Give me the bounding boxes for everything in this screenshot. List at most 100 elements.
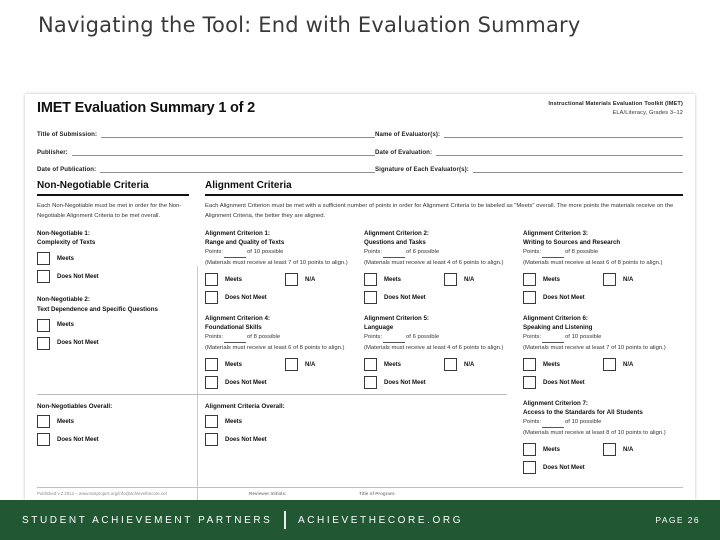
field-rule[interactable] [444,130,683,138]
checkbox-meets[interactable] [205,415,218,428]
checkbox-group-na[interactable]: N/A [603,273,633,287]
criterion-name: Questions and Tasks [364,239,426,247]
checkbox-meets[interactable] [205,358,218,372]
field-date-of-evaluation[interactable]: Date of Evaluation: [375,148,683,156]
points-blank[interactable] [224,252,247,258]
field-date-of-publication[interactable]: Date of Publication: [37,165,375,173]
checkbox-group-na[interactable]: N/A [285,358,315,372]
field-rule[interactable] [71,148,375,156]
checkbox-row-does-not-meet[interactable]: Does Not Meet [37,270,189,284]
checkbox-does-not-meet[interactable] [523,461,536,475]
checkbox-label: N/A [464,361,475,368]
checkbox-label: Meets [225,276,243,283]
checkbox-row-does-not-meet[interactable]: Does Not Meet [523,291,682,305]
checkbox-row-does-not-meet[interactable]: Does Not Meet [205,376,364,390]
checkbox-does-not-meet[interactable] [523,291,536,305]
checkbox-does-not-meet[interactable] [205,433,218,446]
checkbox-na[interactable] [285,358,298,372]
checkbox-does-not-meet[interactable] [364,291,377,305]
checkbox-row-does-not-meet[interactable]: Does Not Meet [523,461,682,475]
checkbox-does-not-meet[interactable] [37,336,50,350]
criterion-points[interactable]: Points: of 8 possible [205,333,364,343]
checkbox-does-not-meet[interactable] [364,376,377,390]
checkbox-group-na[interactable]: N/A [285,273,315,287]
criterion-points[interactable]: Points: of 6 possible [364,248,523,258]
checkbox-label: Meets [543,446,561,453]
checkbox-row-does-not-meet[interactable]: Does Not Meet [205,433,405,446]
overall-title: Alignment Criteria Overall: [205,403,285,410]
column-divider [197,266,198,500]
checkbox-row-does-not-meet[interactable]: Does Not Meet [205,291,364,305]
checkbox-group-na[interactable]: N/A [444,358,475,372]
checkbox-does-not-meet[interactable] [37,433,50,446]
points-prefix: Points: [523,249,542,256]
criterion-requirement: (Materials must receive at least 4 of 6 … [364,344,504,351]
checkbox-meets[interactable] [364,273,377,287]
points-blank[interactable] [383,252,406,258]
checkbox-na[interactable] [444,358,457,372]
checkbox-row-does-not-meet[interactable]: Does Not Meet [37,433,205,446]
points-blank[interactable] [542,337,565,343]
criterion-points[interactable]: Points: of 10 possible [205,248,364,258]
points-suffix: of 6 possible [406,334,440,341]
points-blank[interactable] [224,337,247,343]
checkbox-row-does-not-meet[interactable]: Does Not Meet [364,291,523,305]
field-name-of-evaluators[interactable]: Name of Evaluator(s): [375,130,683,138]
field-rule[interactable] [472,165,683,173]
field-title-of-submission[interactable]: Title of Submission: [37,130,375,138]
checkbox-does-not-meet[interactable] [37,270,50,284]
checkbox-label: Meets [384,361,402,368]
checkbox-meets[interactable] [523,273,536,287]
checkbox-row-meets[interactable]: Meets [37,252,189,266]
checkbox-na[interactable] [285,273,298,287]
checkbox-meets[interactable] [364,358,377,372]
checkbox-na[interactable] [444,273,457,287]
field-label: Date of Evaluation: [375,148,433,156]
field-rule[interactable] [436,148,683,156]
checkbox-does-not-meet[interactable] [523,376,536,390]
checkbox-group-meets[interactable]: Meets [205,358,285,372]
checkbox-group-meets[interactable]: Meets [364,273,444,287]
checkbox-row-meets[interactable]: Meets [37,318,189,332]
field-rule[interactable] [100,165,375,173]
checkbox-row-does-not-meet[interactable]: Does Not Meet [37,336,189,350]
checkbox-pair-row: Meets N/A [364,273,523,287]
non-negotiable-item-1: Non-Negotiable 1: Complexity of Texts Me… [37,229,189,284]
points-suffix: of 8 possible [565,249,599,256]
checkbox-meets[interactable] [205,273,218,287]
checkbox-does-not-meet[interactable] [205,291,218,305]
field-row: Title of Submission: Name of Evaluator(s… [37,130,683,138]
checkbox-meets[interactable] [37,252,50,266]
checkbox-row-meets[interactable]: Meets [205,415,405,428]
document-title: IMET Evaluation Summary 1 of 2 [37,100,255,116]
checkbox-row-does-not-meet[interactable]: Does Not Meet [523,376,682,390]
footer-reviewer-initials: Reviewer Initials: [249,491,287,496]
checkbox-meets[interactable] [37,415,50,428]
checkbox-row-meets[interactable]: Meets [37,415,205,428]
field-signature-of-evaluators[interactable]: Signature of Each Evaluator(s): [375,165,683,173]
footer-title-of-program: Title of Program: [359,491,396,496]
field-rule[interactable] [101,130,375,138]
checkbox-na[interactable] [603,273,616,287]
checkbox-na[interactable] [603,358,616,372]
checkbox-meets[interactable] [523,358,536,372]
checkbox-meets[interactable] [37,318,50,332]
checkbox-group-meets[interactable]: Meets [364,358,444,372]
points-blank[interactable] [542,252,565,258]
criterion-points[interactable]: Points: of 6 possible [364,333,523,343]
checkbox-group-meets[interactable]: Meets [523,273,603,287]
checkbox-group-na[interactable]: N/A [444,273,474,287]
points-blank[interactable] [383,337,406,343]
criterion-points[interactable]: Points: of 10 possible [523,333,682,343]
checkbox-does-not-meet[interactable] [205,376,218,390]
checkbox-label: Meets [225,418,243,425]
checkbox-row-does-not-meet[interactable]: Does Not Meet [364,376,523,390]
checkbox-group-na[interactable]: N/A [603,358,634,372]
item-name: Text Dependence and Specific Questions [37,305,158,313]
criterion-name: Range and Quality of Texts [205,239,285,247]
criterion-points[interactable]: Points: of 8 possible [523,248,682,258]
checkbox-label: N/A [623,361,634,368]
field-publisher[interactable]: Publisher: [37,148,375,156]
checkbox-group-meets[interactable]: Meets [523,358,603,372]
checkbox-group-meets[interactable]: Meets [205,273,285,287]
